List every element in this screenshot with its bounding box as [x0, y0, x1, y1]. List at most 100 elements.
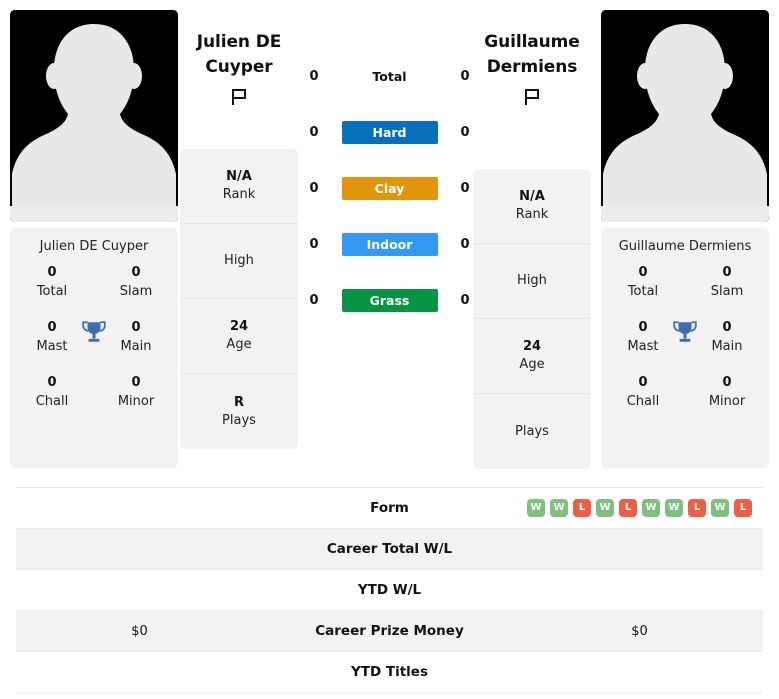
surface-label-grass[interactable]: Grass: [341, 288, 438, 312]
left-titles-chall-value: 0: [47, 375, 57, 390]
left-titles-grid: 0 Total 0 Slam 0 Mast 0 Main 0 Chall 0 Minor: [10, 264, 178, 411]
right-player-photo: [601, 10, 769, 222]
left-hard-count: 0: [309, 124, 319, 140]
right-career_prize_money-value: $0: [631, 623, 648, 639]
right-info-age: 24 Age: [473, 319, 591, 394]
left-info-plays-value: R: [233, 394, 244, 410]
left-info-age: 24 Age: [180, 299, 298, 374]
left-indoor-count: 0: [309, 236, 319, 252]
right-info-plays-label: Plays: [515, 423, 549, 439]
table-row: YTD W/L: [16, 570, 763, 611]
right-titles-grid: 0 Total 0 Slam 0 Mast 0 Main 0 Chall 0 Minor: [601, 264, 769, 411]
surface-row-hard: 0 Hard 0: [303, 118, 476, 146]
form-badge-win[interactable]: W: [596, 499, 614, 517]
right-info-high: High: [473, 244, 591, 319]
comparison-stats-table: Form W W L W L W W L W L Career Total W/L YTD W/L $0 C…: [16, 487, 763, 693]
right-player-flag: [472, 86, 592, 108]
flag-icon: [232, 89, 246, 105]
right-form-value: WWLWLWWLWL: [516, 499, 763, 517]
right-titles-total: 0 Total: [601, 264, 685, 301]
player-comparison-page: Julien DE Cuyper Guillaume Dermiens 0 Tot…: [0, 0, 779, 699]
right-info-rank-label: Rank: [515, 207, 549, 222]
trophy-icon: [673, 321, 697, 342]
left-player-name-line1: Julien DE: [196, 32, 282, 52]
form-badge-loss[interactable]: L: [688, 499, 706, 517]
right-titles-minor-value: 0: [722, 375, 732, 390]
right-info-age-value: 24: [522, 339, 542, 354]
left-info-rank-label: Rank: [222, 187, 256, 202]
form-badge-loss[interactable]: L: [573, 499, 591, 517]
right-titles-minor: 0 Minor: [685, 374, 769, 411]
trophy-icon: [82, 321, 106, 342]
right-info-plays: Plays: [473, 394, 591, 469]
table-row-label: YTD Titles: [351, 664, 428, 680]
left-titles-slam-value: 0: [131, 265, 141, 280]
left-info-rank-value: N/A: [226, 169, 252, 184]
left-grass-count: 0: [309, 292, 319, 308]
comparison-header: Julien DE Cuyper Guillaume Dermiens 0 Tot…: [0, 0, 779, 487]
right-total-count: 0: [460, 68, 470, 84]
right-titles-chall-label: Chall: [626, 394, 660, 409]
right-player-info-card: N/A Rank High 24 Age Plays: [473, 169, 591, 469]
form-badge-win[interactable]: W: [550, 499, 568, 517]
left-info-plays: R Plays: [180, 374, 298, 449]
left-titles-minor: 0 Minor: [94, 374, 178, 411]
right-player-headline: Guillaume Dermiens: [472, 30, 592, 108]
left-player-titles-card: Julien DE Cuyper 0 Total 0 Slam 0 Mast 0 Main 0 C…: [10, 228, 178, 468]
right-titles-minor-label: Minor: [708, 394, 746, 409]
right-info-high-label: High: [517, 273, 547, 288]
form-badge-win[interactable]: W: [711, 499, 729, 517]
right-titles-card-name: Guillaume Dermiens: [618, 239, 752, 254]
right-titles-total-label: Total: [627, 284, 659, 299]
right-titles-slam-value: 0: [722, 265, 732, 280]
table-row: YTD Titles: [16, 652, 763, 693]
left-info-plays-label: Plays: [222, 412, 256, 428]
table-row-label: YTD W/L: [357, 582, 422, 598]
form-badge-win[interactable]: W: [665, 499, 683, 517]
right-titles-chall-value: 0: [638, 375, 648, 390]
right-titles-slam: 0 Slam: [685, 264, 769, 301]
form-badge-loss[interactable]: L: [619, 499, 637, 517]
surface-row-clay: 0 Clay 0: [303, 174, 476, 202]
right-hard-count: 0: [460, 124, 470, 140]
left-titles-total: 0 Total: [10, 264, 94, 301]
left-titles-chall: 0 Chall: [10, 374, 94, 411]
form-badge-win[interactable]: W: [527, 499, 545, 517]
table-row-label: Career Total W/L: [326, 541, 453, 557]
right-player-photo-column: [601, 10, 769, 222]
right-player-titles-card: Guillaume Dermiens 0 Total 0 Slam 0 Mast 0 Main…: [601, 228, 769, 468]
left-clay-count: 0: [309, 180, 319, 196]
player-silhouette-icon: [10, 10, 178, 222]
table-row-label: Form: [370, 500, 409, 516]
surface-row-total: 0 Total 0: [303, 62, 476, 90]
right-titles-total-value: 0: [638, 265, 648, 280]
left-player-headline: Julien DE Cuyper: [179, 30, 299, 108]
surface-titles-panel: 0 Total 0 0 Hard 0 0 Clay 0 0 Indoor 0 0 Grass 0: [303, 62, 476, 314]
surface-label-hard[interactable]: Hard: [341, 120, 438, 144]
form-badge-loss[interactable]: L: [734, 499, 752, 517]
left-titles-minor-label: Minor: [117, 394, 155, 409]
left-titles-chall-label: Chall: [35, 394, 69, 409]
surface-row-indoor: 0 Indoor 0: [303, 230, 476, 258]
surface-label-indoor[interactable]: Indoor: [341, 232, 438, 256]
left-career_prize_money-value: $0: [131, 623, 148, 639]
right-player-name-line1: Guillaume: [484, 32, 580, 52]
right-titles-chall: 0 Chall: [601, 374, 685, 411]
table-row: $0 Career Prize Money $0: [16, 611, 763, 652]
surface-label-total: Total: [372, 68, 407, 84]
right-titles-slam-label: Slam: [710, 284, 744, 299]
left-player-flag: [179, 86, 299, 108]
left-player-photo-column: [10, 10, 178, 222]
table-row: Form W W L W L W W L W L: [16, 488, 763, 529]
surface-label-clay[interactable]: Clay: [341, 176, 438, 200]
left-titles-slam-label: Slam: [119, 284, 153, 299]
left-info-high-label: High: [224, 253, 254, 268]
table-row-label: Career Prize Money: [315, 623, 464, 639]
table-row: Career Total W/L: [16, 529, 763, 570]
right-info-rank-value: N/A: [519, 189, 545, 204]
left-info-rank: N/A Rank: [180, 149, 298, 224]
left-total-count: 0: [309, 68, 319, 84]
form-badge-win[interactable]: W: [642, 499, 660, 517]
left-player-info-card: N/A Rank High 24 Age R Plays: [180, 149, 298, 449]
surface-row-grass: 0 Grass 0: [303, 286, 476, 314]
